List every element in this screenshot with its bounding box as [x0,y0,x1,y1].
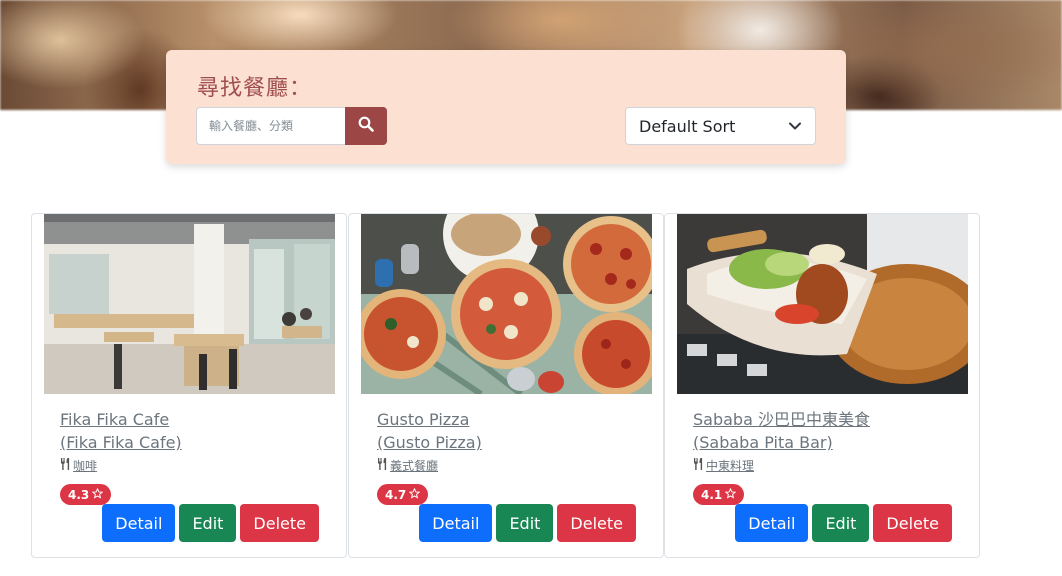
restaurant-name[interactable]: Gusto Pizza [377,408,647,431]
restaurant-card: Fika Fika Cafe (Fika Fika Cafe) 咖啡 4.3 D… [31,213,347,558]
rating-value: 4.7 [385,487,407,502]
restaurant-info: Fika Fika Cafe (Fika Fika Cafe) 咖啡 [60,408,330,474]
search-input[interactable] [196,107,346,145]
search-icon [358,116,374,136]
card-actions: Detail Edit Delete [102,504,319,542]
card-actions: Detail Edit Delete [735,504,952,542]
restaurant-card: Gusto Pizza (Gusto Pizza) 義式餐廳 4.7 Detai… [348,213,664,558]
edit-button[interactable]: Edit [812,504,870,542]
utensils-icon [693,458,706,473]
restaurant-image[interactable] [361,214,652,394]
sort-selected-label: Default Sort [639,116,736,136]
utensils-icon [60,458,73,473]
delete-button[interactable]: Delete [240,504,319,542]
search-button[interactable] [345,107,387,145]
restaurant-name-en[interactable]: (Fika Fika Cafe) [60,431,330,454]
sort-select[interactable]: Default Sort [625,107,816,145]
utensils-icon [377,458,390,473]
edit-button[interactable]: Edit [179,504,237,542]
detail-button[interactable]: Detail [102,504,176,542]
restaurant-name-en[interactable]: (Gusto Pizza) [377,431,647,454]
search-panel: 尋找餐廳： Default Sort [166,50,846,164]
restaurant-name[interactable]: Sababa 沙巴巴中東美食 [693,408,963,431]
category-label: 中東料理 [706,459,755,473]
category-label: 義式餐廳 [390,459,439,473]
edit-button[interactable]: Edit [496,504,554,542]
star-icon [408,487,421,502]
restaurant-category: 義式餐廳 [377,457,647,474]
category-label: 咖啡 [73,459,98,473]
restaurant-category: 中東料理 [693,457,963,474]
rating-value: 4.1 [701,487,723,502]
restaurant-info: Gusto Pizza (Gusto Pizza) 義式餐廳 [377,408,647,474]
search-title: 尋找餐廳： [197,76,313,101]
star-icon [724,487,737,502]
restaurant-name-en[interactable]: (Sababa Pita Bar) [693,431,963,454]
rating-value: 4.3 [68,487,90,502]
detail-button[interactable]: Detail [419,504,493,542]
restaurant-card: Sababa 沙巴巴中東美食 (Sababa Pita Bar) 中東料理 4.… [664,213,980,558]
restaurant-image[interactable] [677,214,968,394]
delete-button[interactable]: Delete [557,504,636,542]
restaurant-info: Sababa 沙巴巴中東美食 (Sababa Pita Bar) 中東料理 [693,408,963,474]
restaurant-image[interactable] [44,214,335,394]
restaurant-category: 咖啡 [60,457,330,474]
delete-button[interactable]: Delete [873,504,952,542]
rating-badge: 4.3 [60,484,112,505]
rating-badge: 4.7 [377,484,429,505]
detail-button[interactable]: Detail [735,504,809,542]
star-icon [91,487,104,502]
restaurant-name[interactable]: Fika Fika Cafe [60,408,330,431]
card-actions: Detail Edit Delete [419,504,636,542]
rating-badge: 4.1 [693,484,745,505]
chevron-down-icon [788,121,802,131]
